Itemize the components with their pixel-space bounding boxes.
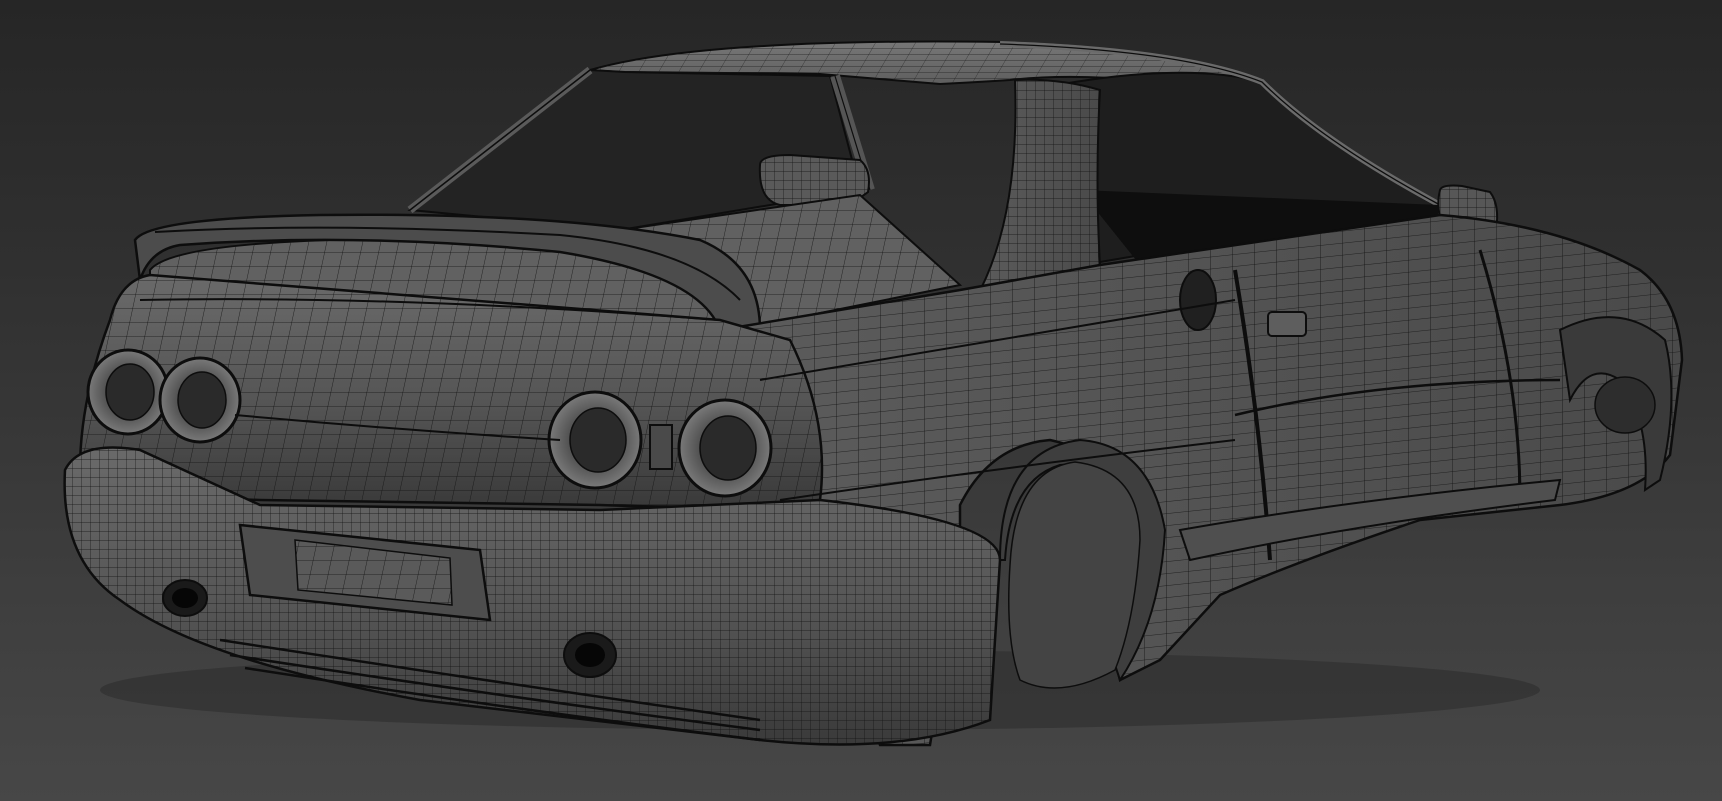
c-pillar[interactable] [972, 78, 1102, 302]
tail-light-left-outer[interactable] [86, 348, 170, 436]
tail-light-left-inner[interactable] [158, 356, 242, 444]
tail-light-right-outer[interactable] [677, 398, 773, 498]
3d-viewport[interactable] [0, 0, 1722, 801]
tail-light-right-inner[interactable] [547, 390, 643, 490]
car-wireframe-model[interactable] [0, 0, 1722, 801]
reverse-light [649, 424, 673, 470]
exhaust-pipe-right [563, 632, 617, 678]
rear-wheel-well [1008, 461, 1141, 689]
exhaust-pipe-left [162, 579, 208, 617]
door-handle[interactable] [1267, 311, 1307, 337]
fuel-cap[interactable] [1179, 269, 1217, 331]
